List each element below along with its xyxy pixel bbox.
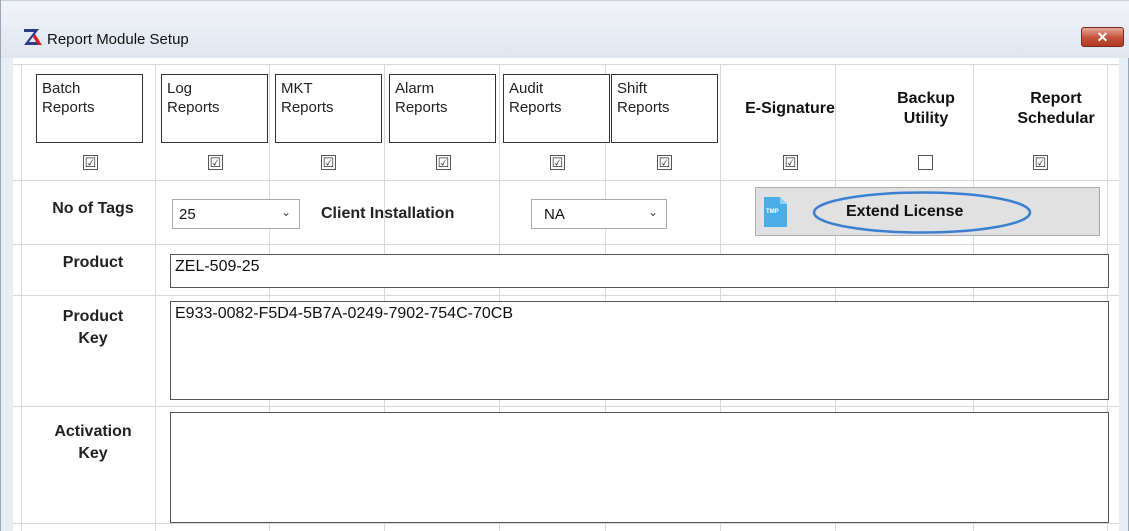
- app-logo-icon: [24, 29, 42, 45]
- e-signature-checkbox[interactable]: ☑: [783, 155, 798, 170]
- no-of-tags-label: No of Tags: [52, 200, 134, 217]
- module-alarm-reports: Alarm Reports: [389, 74, 496, 143]
- client-installation-select[interactable]: NA ⌄: [531, 199, 667, 229]
- window-title: Report Module Setup: [47, 31, 189, 48]
- report-module-setup-window: Report Module Setup ✕ Batch Reports Log …: [0, 0, 1129, 531]
- mkt-reports-checkbox[interactable]: ☑: [321, 155, 336, 170]
- grid-line: [13, 523, 1119, 524]
- audit-reports-checkbox[interactable]: ☑: [550, 155, 565, 170]
- grid-line: [13, 64, 1119, 65]
- module-e-signature: E-Signature: [745, 99, 835, 117]
- grid-line: [13, 406, 1119, 407]
- module-batch-reports: Batch Reports: [36, 74, 143, 143]
- report-schedular-checkbox[interactable]: ☑: [1033, 155, 1048, 170]
- close-button[interactable]: ✕: [1081, 27, 1124, 47]
- module-audit-reports: Audit Reports: [503, 74, 610, 143]
- chevron-down-icon: ⌄: [647, 205, 658, 219]
- no-of-tags-select[interactable]: 25 ⌄: [172, 199, 300, 229]
- log-reports-checkbox[interactable]: ☑: [208, 155, 223, 170]
- grid-line: [13, 244, 1119, 245]
- module-mkt-reports: MKT Reports: [275, 74, 382, 143]
- product-key-field[interactable]: E933-0082-F5D4-5B7A-0249-7902-754C-70CB: [170, 301, 1109, 400]
- grid-line: [155, 64, 156, 531]
- grid-line: [13, 180, 1119, 181]
- title-bar[interactable]: Report Module Setup ✕: [1, 0, 1129, 58]
- shift-reports-checkbox[interactable]: ☑: [657, 155, 672, 170]
- module-backup-utility: Backup Utility: [897, 89, 955, 127]
- grid-line: [21, 64, 22, 531]
- product-label: Product: [62, 254, 124, 271]
- no-of-tags-value: 25: [179, 206, 196, 223]
- grid-line: [13, 295, 1119, 296]
- activation-key-label: Activation Key: [54, 423, 132, 462]
- client-installation-value: NA: [544, 206, 565, 223]
- tmp-icon-text: TMP: [766, 209, 779, 215]
- module-shift-reports: Shift Reports: [611, 74, 718, 143]
- chevron-down-icon: ⌄: [280, 205, 291, 219]
- product-field[interactable]: ZEL-509-25: [170, 254, 1109, 288]
- module-log-reports: Log Reports: [161, 74, 268, 143]
- extend-license-label: Extend License: [846, 203, 964, 220]
- extend-license-button[interactable]: TMP Extend License: [755, 187, 1100, 236]
- activation-key-field[interactable]: [170, 412, 1109, 523]
- dialog-content: Batch Reports Log Reports MKT Reports Al…: [13, 58, 1119, 531]
- batch-reports-checkbox[interactable]: ☑: [83, 155, 98, 170]
- product-key-label: Product Key: [62, 308, 124, 347]
- backup-utility-checkbox[interactable]: [918, 155, 933, 170]
- alarm-reports-checkbox[interactable]: ☑: [436, 155, 451, 170]
- module-report-schedular: Report Schedular: [1017, 89, 1095, 127]
- client-installation-label: Client Installation: [321, 205, 455, 222]
